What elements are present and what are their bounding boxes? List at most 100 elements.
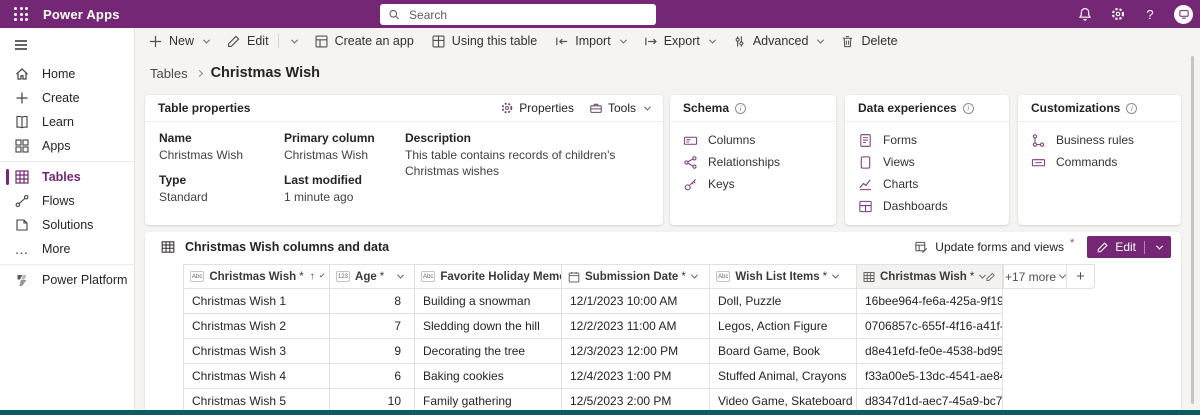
power-platform-icon [17, 275, 27, 286]
update-forms-views-button[interactable]: Update forms and views * [914, 238, 1074, 255]
sidebar-item-create[interactable]: Create [0, 86, 134, 110]
cell-memory[interactable]: Family gathering [415, 389, 562, 410]
chevron-down-icon[interactable] [290, 36, 298, 44]
customizations-item-commands[interactable]: Commands [1018, 151, 1181, 173]
column-header-age[interactable]: 123 Age * [330, 264, 415, 289]
column-header-christmas-wish-id[interactable]: Christmas Wish * [857, 264, 1003, 289]
text-type-icon: Abc [190, 271, 205, 282]
cell-items[interactable]: Video Game, Skateboard [710, 389, 857, 410]
column-header-submission-date[interactable]: Submission Date * [562, 264, 710, 289]
sidebar-divider [0, 161, 134, 162]
update-forms-views-label: Update forms and views [935, 240, 1065, 254]
cell-items[interactable]: Stuffed Animal, Crayons [710, 364, 857, 389]
cell-id[interactable]: d8347d1d-aec7-45a9-bc7d-748e... [857, 389, 1003, 410]
more-columns-button[interactable]: +17 more [1004, 270, 1067, 284]
sidebar-item-tables[interactable]: Tables [0, 165, 134, 189]
sidebar-item-more[interactable]: … More [0, 237, 134, 261]
import-button[interactable]: Import [554, 34, 627, 49]
global-search[interactable] [380, 4, 656, 25]
cell-memory[interactable]: Baking cookies [415, 364, 562, 389]
schema-item-relationships[interactable]: Relationships [670, 151, 836, 173]
edit-button[interactable]: Edit [226, 34, 298, 49]
cell-items[interactable]: Doll, Puzzle [710, 289, 857, 314]
cell-id[interactable]: f33a00e5-13dc-4541-ae84-256d9... [857, 364, 1003, 389]
cell-age[interactable]: 8 [330, 289, 415, 314]
cell-wish[interactable]: Christmas Wish 1 [183, 289, 330, 314]
table-row: Christmas Wish 1 8 Building a snowman 12… [183, 289, 1095, 314]
sidebar-item-learn[interactable]: Learn [0, 110, 134, 134]
edit-column-icon[interactable] [985, 271, 996, 283]
properties-button[interactable]: Properties [500, 101, 574, 115]
calendar-icon [568, 271, 580, 282]
chevron-down-icon [619, 36, 627, 44]
export-button[interactable]: Export [643, 34, 716, 49]
sidebar-item-home[interactable]: Home [0, 62, 134, 86]
cell-age[interactable]: 10 [330, 389, 415, 410]
cell-wish[interactable]: Christmas Wish 3 [183, 339, 330, 364]
customizations-item-business-rules[interactable]: Business rules [1018, 129, 1181, 151]
cell-memory[interactable]: Decorating the tree [415, 339, 562, 364]
chevron-down-icon[interactable] [397, 271, 405, 279]
cell-date[interactable]: 12/1/2023 10:00 AM [562, 289, 710, 314]
search-input[interactable] [407, 6, 648, 23]
edit-table-button[interactable]: Edit [1087, 236, 1171, 258]
data-item-dashboards[interactable]: Dashboards [845, 195, 1009, 217]
data-item-charts[interactable]: Charts [845, 173, 1009, 195]
cell-date[interactable]: 12/2/2023 11:00 AM [562, 314, 710, 339]
cell-id[interactable]: 16bee964-fe6a-425a-9f19-b8f645... [857, 289, 1003, 314]
info-icon[interactable]: i [735, 102, 747, 114]
info-icon[interactable]: i [1126, 102, 1138, 114]
avatar[interactable] [1174, 4, 1193, 24]
column-header-favorite-holiday-memory[interactable]: Abc Favorite Holiday Memory [415, 264, 562, 289]
cell-wish[interactable]: Christmas Wish 4 [183, 364, 330, 389]
cell-items[interactable]: Board Game, Book [710, 339, 857, 364]
cell-wish[interactable]: Christmas Wish 5 [183, 389, 330, 410]
data-item-forms[interactable]: Forms [845, 129, 1009, 151]
cell-date[interactable]: 12/5/2023 2:00 PM [562, 389, 710, 410]
chevron-down-icon[interactable] [1155, 242, 1164, 250]
tools-button[interactable]: Tools [589, 101, 652, 115]
cell-age[interactable]: 7 [330, 314, 415, 339]
vertical-scrollbar[interactable] [1191, 56, 1194, 404]
sidebar-item-apps[interactable]: Apps [0, 134, 134, 158]
schema-item-columns[interactable]: Columns [670, 129, 836, 151]
cell-id[interactable]: d8e41efd-fe0e-4538-bd95-0adfc2... [857, 339, 1003, 364]
breadcrumb: Tables Christmas Wish [150, 65, 320, 81]
cell-wish[interactable]: Christmas Wish 2 [183, 314, 330, 339]
create-an-app-button[interactable]: Create an app [314, 34, 414, 49]
chevron-down-icon[interactable] [319, 272, 325, 278]
add-column-button[interactable]: + [1066, 265, 1094, 288]
cell-age[interactable]: 6 [330, 364, 415, 389]
schema-item-keys[interactable]: Keys [670, 173, 836, 195]
cell-memory[interactable]: Building a snowman [415, 289, 562, 314]
cell-id[interactable]: 0706857c-655f-4f16-a41f-dd6117... [857, 314, 1003, 339]
cell-date[interactable]: 12/4/2023 1:00 PM [562, 364, 710, 389]
cell-date[interactable]: 12/3/2023 12:00 PM [562, 339, 710, 364]
column-header-wish-list-items[interactable]: Abc Wish List Items * [710, 264, 857, 289]
column-header-christmas-wish[interactable]: Abc Christmas Wish * ↑ [183, 264, 330, 289]
delete-button[interactable]: Delete [840, 34, 898, 49]
help-icon[interactable]: ? [1143, 7, 1157, 22]
properties-label: Properties [519, 101, 574, 115]
grid-header-row: Abc Christmas Wish * ↑ 123 Age * Abc Favor… [183, 264, 1095, 289]
sidebar-item-solutions[interactable]: Solutions [0, 213, 134, 237]
waffle-icon[interactable] [8, 1, 34, 27]
advanced-button[interactable]: Advanced [732, 34, 825, 49]
cell-age[interactable]: 9 [330, 339, 415, 364]
using-this-table-button[interactable]: Using this table [431, 34, 537, 49]
cell-items[interactable]: Legos, Action Figure [710, 314, 857, 339]
data-item-views[interactable]: Views [845, 151, 1009, 173]
cell-memory[interactable]: Sledding down the hill [415, 314, 562, 339]
chevron-down-icon[interactable] [690, 271, 698, 279]
info-icon[interactable]: i [962, 102, 974, 114]
sidebar-item-power-platform[interactable]: Power Platform [0, 268, 134, 292]
hamburger-icon[interactable] [13, 34, 33, 56]
chevron-down-icon[interactable] [832, 271, 840, 279]
customizations-item-label: Business rules [1056, 133, 1135, 147]
bell-icon[interactable] [1077, 6, 1093, 22]
gear-icon[interactable] [1110, 6, 1126, 22]
new-button[interactable]: New [148, 34, 211, 49]
sidebar-item-flows[interactable]: Flows [0, 189, 134, 213]
breadcrumb-tables-link[interactable]: Tables [150, 66, 188, 81]
table-row: Christmas Wish 3 9 Decorating the tree 1… [183, 339, 1095, 364]
